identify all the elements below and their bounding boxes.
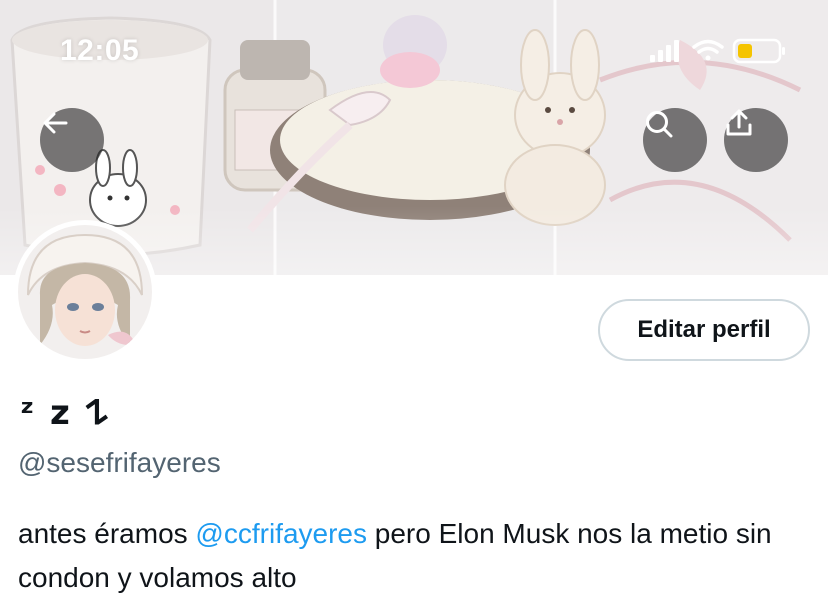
back-button[interactable] [40, 108, 104, 172]
avatar-illustration [18, 225, 152, 359]
cellular-signal-icon [650, 40, 679, 62]
status-icons [650, 38, 790, 64]
bio-mention-link[interactable]: @ccfrifayeres [195, 518, 367, 549]
user-handle: @sesefrifayeres [18, 447, 221, 478]
avatar[interactable] [13, 220, 157, 364]
display-name: ᶻ z 𐰁 [20, 393, 111, 433]
profile-bio: antes éramos @ccfrifayeres pero Elon Mus… [18, 512, 818, 600]
bio-text-start: antes éramos [18, 518, 196, 549]
profile-page: 12:05 Editar perfil ᶻ z 𐰁 @sesefrifayere… [0, 0, 828, 611]
battery-icon [732, 38, 785, 64]
share-upload-icon [726, 109, 752, 136]
arrow-left-icon [43, 112, 68, 134]
edit-profile-button[interactable]: Editar perfil [598, 299, 810, 361]
share-button[interactable] [724, 108, 788, 172]
search-icon [646, 111, 673, 138]
status-time: 12:05 [60, 34, 140, 67]
wifi-icon [692, 39, 724, 61]
search-button[interactable] [643, 108, 707, 172]
